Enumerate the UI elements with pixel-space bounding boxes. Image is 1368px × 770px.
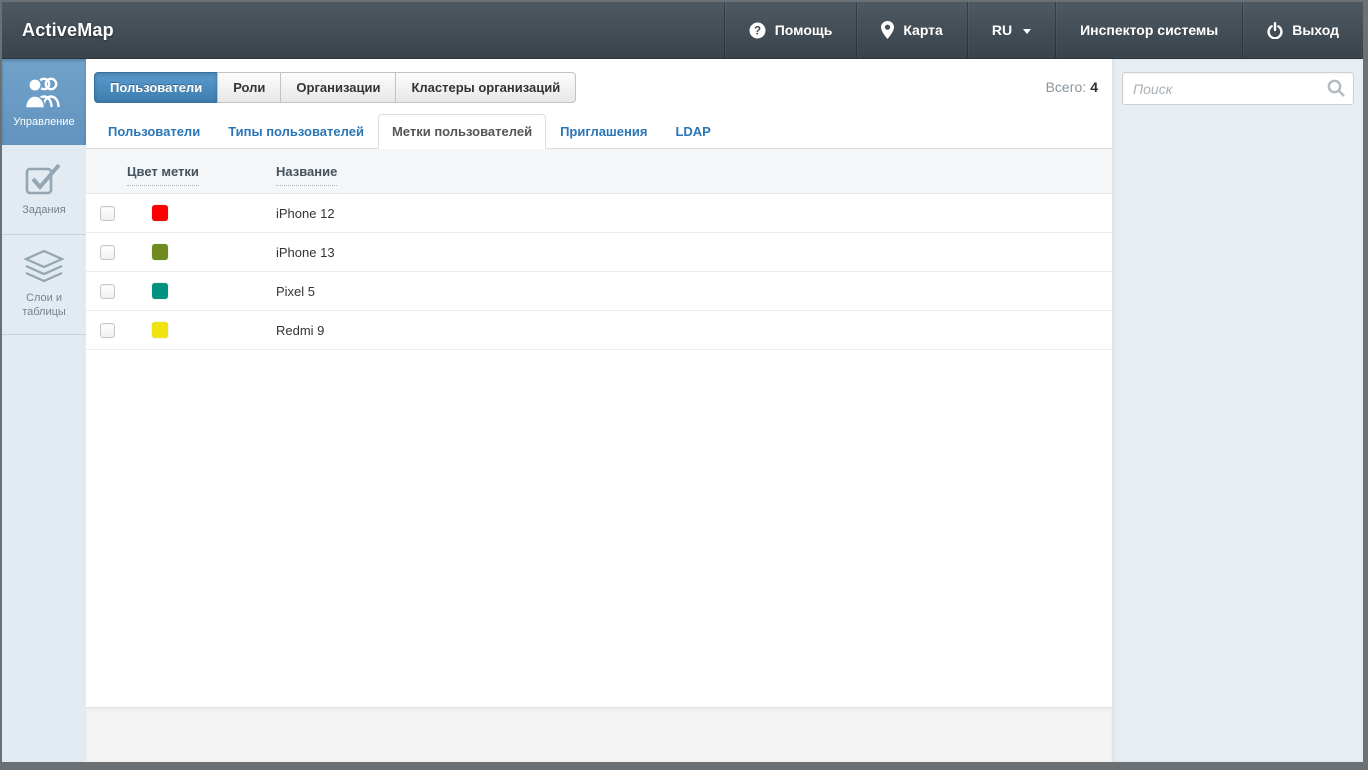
subtab-users[interactable]: Пользователи: [94, 114, 214, 149]
table-empty-area: [86, 350, 1112, 707]
map-pin-icon: [881, 21, 895, 39]
search-panel: [1112, 59, 1363, 762]
label-color-swatch: [152, 283, 168, 299]
tab-organizations[interactable]: Организации: [280, 72, 397, 103]
search-icon[interactable]: [1327, 79, 1346, 103]
main-content: Пользователи Роли Организации Кластеры о…: [86, 59, 1112, 762]
label-color-swatch: [152, 244, 168, 260]
sidebar-item-label: Задания: [22, 203, 66, 216]
row-checkbox[interactable]: [100, 205, 115, 221]
sidebar-item-label: Управление: [13, 116, 75, 129]
help-icon: ?: [749, 22, 766, 39]
label-name: iPhone 13: [276, 244, 335, 260]
sidebar-item-layers[interactable]: Слои и таблицы: [2, 235, 86, 335]
help-button[interactable]: ? Помощь: [723, 2, 857, 58]
language-button[interactable]: RU: [966, 2, 1055, 58]
inspector-label: Инспектор системы: [1080, 22, 1219, 38]
tasks-icon: [24, 162, 64, 196]
table-row[interactable]: iPhone 12: [86, 194, 1112, 233]
tab-users[interactable]: Пользователи: [94, 72, 219, 103]
sidebar-item-tasks[interactable]: Задания: [2, 145, 86, 235]
sidebar-item-label: Слои и таблицы: [22, 291, 66, 318]
table-row[interactable]: Pixel 5: [86, 272, 1112, 311]
search-input[interactable]: [1122, 72, 1354, 105]
power-icon: [1267, 21, 1283, 39]
section-toolbar: Пользователи Роли Организации Кластеры о…: [86, 59, 1112, 103]
users-icon: [22, 74, 66, 109]
sidebar: Управление Задания Слои и таблицы: [2, 59, 86, 762]
tab-org-clusters[interactable]: Кластеры организаций: [395, 72, 577, 103]
subtabs: Пользователи Типы пользователей Метки по…: [86, 114, 1112, 149]
sidebar-item-management[interactable]: Управление: [2, 59, 86, 145]
label-color-swatch: [152, 205, 168, 221]
help-label: Помощь: [774, 22, 833, 38]
inspector-button[interactable]: Инспектор системы: [1055, 2, 1242, 58]
tab-roles[interactable]: Роли: [217, 72, 282, 103]
app-logo: ActiveMap: [22, 19, 114, 40]
section-tabs: Пользователи Роли Организации Кластеры о…: [94, 72, 577, 103]
language-label: RU: [991, 22, 1013, 38]
row-checkbox[interactable]: [100, 322, 115, 338]
subtab-user-labels[interactable]: Метки пользователей: [377, 114, 547, 149]
subtab-user-types[interactable]: Типы пользователей: [214, 114, 378, 149]
logout-button[interactable]: Выход: [1242, 2, 1363, 58]
map-button[interactable]: Карта: [856, 2, 967, 58]
top-nav: ? Помощь Карта RU Инспектор системы Выхо…: [723, 2, 1363, 58]
caret-down-icon: [1023, 28, 1032, 34]
column-header-color[interactable]: Цвет метки: [127, 163, 276, 186]
content-footer: [86, 707, 1112, 762]
table-header: Цвет метки Название: [86, 149, 1112, 194]
total-count: Всего: 4: [1046, 72, 1098, 95]
svg-text:?: ?: [754, 25, 761, 37]
total-value: 4: [1090, 79, 1098, 95]
label-color-swatch: [152, 322, 168, 338]
label-name: Redmi 9: [276, 322, 325, 338]
table-row[interactable]: iPhone 13: [86, 233, 1112, 272]
row-checkbox[interactable]: [100, 283, 115, 299]
app-window: ActiveMap ? Помощь Карта RU Инспектор си…: [2, 2, 1363, 762]
subtab-ldap[interactable]: LDAP: [661, 114, 724, 149]
label-name: Pixel 5: [276, 283, 316, 299]
total-label: Всего:: [1045, 79, 1087, 95]
column-header-name[interactable]: Название: [276, 163, 338, 186]
table-row[interactable]: Redmi 9: [86, 311, 1112, 350]
map-label: Карта: [903, 22, 943, 38]
top-bar: ActiveMap ? Помощь Карта RU Инспектор си…: [2, 2, 1363, 59]
row-checkbox[interactable]: [100, 244, 115, 260]
logout-label: Выход: [1292, 22, 1339, 38]
layers-icon: [23, 249, 65, 284]
subtab-invitations[interactable]: Приглашения: [546, 114, 661, 149]
label-name: iPhone 12: [276, 205, 335, 221]
